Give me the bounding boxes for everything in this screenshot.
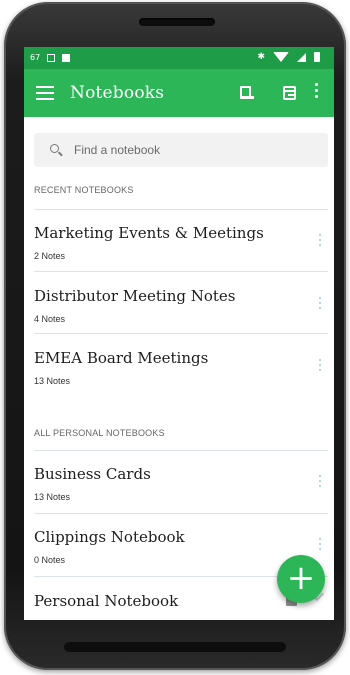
clipboard-notification-icon — [62, 53, 71, 62]
add-notebook-button[interactable]: + — [277, 555, 325, 603]
notebook-name: Business Cards — [34, 465, 151, 483]
search-input[interactable] — [74, 133, 314, 167]
notebook-item[interactable]: Distributor Meeting Notes 4 Notes — [24, 287, 334, 349]
section-header-recent: RECENT NOTEBOOKS — [34, 185, 134, 195]
notebook-note-count: 4 Notes — [34, 314, 66, 324]
bluetooth-icon: ✱ — [257, 52, 265, 62]
notebook-name: Clippings Notebook — [34, 528, 185, 546]
status-time: 67 — [30, 53, 41, 62]
notebook-more-icon[interactable] — [319, 475, 323, 490]
notebook-item[interactable]: EMEA Board Meetings 13 Notes — [24, 349, 334, 411]
sync-icon[interactable] — [280, 83, 300, 103]
divider — [34, 513, 328, 514]
phone-bottom-bezel — [64, 642, 286, 652]
notebook-name: EMEA Board Meetings — [34, 349, 209, 367]
divider — [34, 271, 328, 272]
status-bar: 67 ✱ — [24, 47, 334, 69]
notebook-item[interactable]: Marketing Events & Meetings 2 Notes — [24, 224, 334, 286]
more-vert-icon[interactable] — [314, 83, 320, 103]
speaker-grille — [139, 18, 215, 26]
notebook-note-count: 2 Notes — [34, 251, 66, 261]
app-screen: 67 ✱ Notebooks RECENT NOTEBOOKS — [24, 47, 334, 620]
search-icon — [50, 144, 59, 153]
page-title: Notebooks — [70, 83, 165, 103]
notebook-name: Personal Notebook — [34, 592, 179, 610]
notebook-name: Distributor Meeting Notes — [34, 287, 236, 305]
gallery-notification-icon — [47, 53, 56, 62]
notebook-note-count: 0 Notes — [34, 555, 66, 565]
notebook-more-icon[interactable] — [319, 359, 323, 374]
divider — [34, 209, 328, 210]
notebook-more-icon[interactable] — [319, 538, 323, 553]
notebook-note-count: 13 Notes — [34, 492, 71, 502]
app-toolbar: Notebooks — [24, 69, 334, 117]
signal-icon — [297, 52, 306, 62]
search-bar[interactable] — [34, 133, 328, 167]
wifi-icon — [273, 52, 289, 62]
notebook-name: Marketing Events & Meetings — [34, 224, 264, 242]
divider — [34, 333, 328, 334]
notebook-note-count: 13 Notes — [34, 376, 71, 386]
menu-icon[interactable] — [36, 86, 54, 100]
divider — [34, 450, 328, 451]
phone-frame: 67 ✱ Notebooks RECENT NOTEBOOKS — [4, 2, 346, 670]
notebook-item[interactable]: Business Cards 13 Notes — [24, 465, 334, 527]
battery-icon — [314, 52, 320, 62]
notebook-more-icon[interactable] — [319, 234, 323, 249]
notebook-icon[interactable] — [237, 83, 257, 103]
section-header-personal: ALL PERSONAL NOTEBOOKS — [34, 428, 165, 438]
notebook-more-icon[interactable] — [319, 297, 323, 312]
